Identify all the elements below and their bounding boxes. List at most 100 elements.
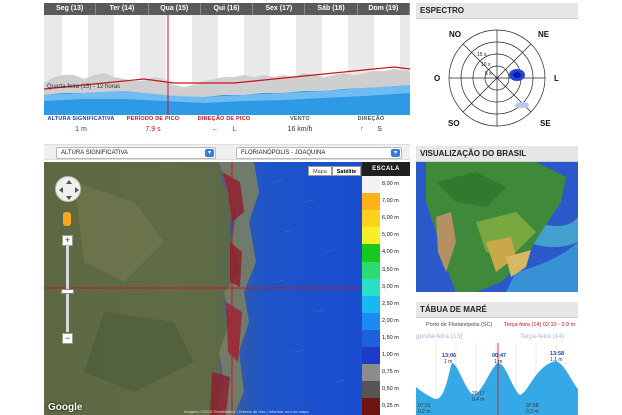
spectrum-panel: ESPECTRO NO NE O L SO SE 15 s 10 s 5 s xyxy=(416,3,578,133)
scale-row: 5,00 m xyxy=(362,227,410,245)
tide-trough-height: 0.2 m xyxy=(526,409,539,415)
brazil-title: VISUALIZAÇÃO DO BRASIL xyxy=(416,146,578,162)
tide-day-left: gunda-feira (13) xyxy=(416,333,463,340)
zoom-slider-thumb[interactable] xyxy=(61,289,74,294)
map-type-map-button[interactable]: Mapa xyxy=(308,166,332,176)
scale-row: 3,00 m xyxy=(362,278,410,296)
map-type-toggle: Mapa Satélite xyxy=(308,166,362,176)
satellite-map[interactable]: Mapa Satélite + − ESCALA 8,00 m 7,00 m 6,0… xyxy=(44,162,410,415)
compass-label: L xyxy=(554,74,559,83)
scale-swatch xyxy=(362,227,380,245)
location-select[interactable]: FLORIANÓPOLIS - JOAQUINA ▾ xyxy=(236,147,402,159)
scale-row: 0,25 m xyxy=(362,398,410,415)
zoom-slider-track[interactable] xyxy=(66,244,69,332)
forecast-panel: Seg (13) Ter (14) Qua (15) Qui (16) Sex … xyxy=(44,0,410,140)
variable-select[interactable]: ALTURA SIGNIFICATIVA ▾ xyxy=(56,147,216,159)
metric-label: PERÍODO DE PICO xyxy=(126,116,180,122)
pan-control[interactable] xyxy=(55,176,81,202)
tide-day-right: Terça-feira (14) xyxy=(520,333,565,340)
selector-bar: ALTURA SIGNIFICATIVA ▾ FLORIANÓPOLIS - J… xyxy=(44,144,410,160)
ring-label: 15 s xyxy=(477,52,487,58)
ring-label: 10 s xyxy=(481,62,491,68)
compass-label: SO xyxy=(448,119,460,128)
scale-row: 2,00 m xyxy=(362,312,410,330)
metric-label: DIREÇÃO DE PICO xyxy=(197,116,251,122)
wave-forecast-chart[interactable]: Quarta-feira (15) - 12 horas xyxy=(44,15,410,115)
metric-direcao-vento: DIREÇÃO ↑ S xyxy=(336,116,406,133)
scale-label: 3,50 m xyxy=(382,266,399,273)
scale-swatch xyxy=(362,381,380,399)
brazil-panel: VISUALIZAÇÃO DO BRASIL xyxy=(416,146,578,292)
tide-trough-height: 0.4 m xyxy=(472,397,485,403)
wind-direction-value: S xyxy=(377,126,382,133)
tide-peak-height: 1 m xyxy=(494,359,502,365)
day-tab[interactable]: Seg (13) xyxy=(44,3,97,15)
tide-panel: TÁBUA DE MARÉ Porto de Florianópolis (SC… xyxy=(416,302,578,415)
location-select-value: FLORIANÓPOLIS - JOAQUINA xyxy=(241,150,326,156)
tide-trough-height: 0.2 m xyxy=(418,409,431,415)
scale-row: 8,00 m xyxy=(362,176,410,194)
metric-value: 1 m xyxy=(75,126,87,133)
google-logo[interactable]: Google xyxy=(48,402,82,413)
metrics-row: ALTURA SIGNIFICATIVA 1 m PERÍODO DE PICO… xyxy=(44,116,410,140)
compass-label: NO xyxy=(449,30,461,39)
metric-value: 7.9 s xyxy=(145,126,161,133)
scale-row: 1,00 m xyxy=(362,347,410,365)
tide-peak-height: 1 m xyxy=(444,359,452,365)
tide-info: Porto de Florianópolis (SC) Terça-feira … xyxy=(416,319,578,331)
scale-label: 2,50 m xyxy=(382,300,399,307)
compass-label: SE xyxy=(540,119,551,128)
metric-vento: VENTO 16 km/h xyxy=(270,116,330,133)
spectrum-polar-plot: NO NE O L SO SE 15 s 10 s 5 s xyxy=(434,29,559,128)
scale-label: 1,50 m xyxy=(382,334,399,341)
scale-label: 0,25 m xyxy=(382,403,399,410)
scale-label: 0,50 m xyxy=(382,386,399,393)
scale-row: 2,50 m xyxy=(362,295,410,313)
direction-value: L xyxy=(232,126,237,133)
spectrum-title: ESPECTRO xyxy=(416,3,578,19)
metric-direcao-pico: DIREÇÃO DE PICO ← L xyxy=(188,116,260,133)
brazil-map[interactable] xyxy=(416,162,578,292)
compass-label: NE xyxy=(538,30,550,39)
scale-label: 4,00 m xyxy=(382,249,399,256)
scale-row: 0,50 m xyxy=(362,381,410,399)
tide-chart[interactable]: 13:06 1 m 00:47 1 m 13:58 1.1 m 07:31 0.… xyxy=(416,343,578,415)
brazil-wave-map xyxy=(416,162,578,292)
metric-value: ← L xyxy=(188,126,260,133)
map-attribution[interactable]: Imagens ©2015 TerraMetrics | Termos de U… xyxy=(184,409,308,414)
ring-label: 5 s xyxy=(485,71,492,77)
tide-port: Porto de Florianópolis (SC) xyxy=(426,322,493,328)
wind-arrow-icon: ↑ xyxy=(360,126,364,133)
direction-arrow-icon: ← xyxy=(211,126,219,133)
scale-swatch xyxy=(362,210,380,228)
scale-swatch xyxy=(362,193,380,211)
scale-row: 0,75 m xyxy=(362,364,410,382)
day-tab[interactable]: Dom (19) xyxy=(358,3,410,15)
scale-row: 7,00 m xyxy=(362,193,410,211)
day-tab[interactable]: Sáb (18) xyxy=(305,3,358,15)
height-scale-legend: ESCALA 8,00 m 7,00 m 6,00 m 5,00 m 4,00 m 3,5… xyxy=(362,162,410,415)
scale-row: 6,00 m xyxy=(362,210,410,228)
pan-arrows-icon xyxy=(59,180,79,200)
metric-value: 16 km/h xyxy=(287,126,313,133)
scale-label: 2,00 m xyxy=(382,317,399,324)
metric-periodo: PERÍODO DE PICO 7.9 s xyxy=(122,116,184,133)
metric-value: ↑ S xyxy=(336,126,406,133)
day-tab[interactable]: Sex (17) xyxy=(253,3,306,15)
scale-swatch xyxy=(362,312,380,330)
app-root: Seg (13) Ter (14) Qua (15) Qui (16) Sex … xyxy=(0,0,622,415)
day-tab[interactable]: Qui (16) xyxy=(201,3,254,15)
scale-label: 8,00 m xyxy=(382,181,399,187)
metric-label: ALTURA SIGNIFICATIVA xyxy=(47,116,115,122)
scale-label: 1,00 m xyxy=(382,352,399,358)
day-tab[interactable]: Qua (15) xyxy=(149,3,201,15)
street-view-pegman-icon[interactable] xyxy=(63,212,71,226)
zoom-out-button[interactable]: − xyxy=(62,333,73,344)
map-type-satellite-button[interactable]: Satélite xyxy=(331,166,362,176)
scale-swatch xyxy=(362,398,380,415)
scale-swatch xyxy=(362,176,380,194)
metric-label: VENTO xyxy=(290,116,310,122)
day-tab[interactable]: Ter (14) xyxy=(96,3,149,15)
metric-label: DIREÇÃO xyxy=(357,116,385,122)
scale-swatch xyxy=(362,261,380,279)
